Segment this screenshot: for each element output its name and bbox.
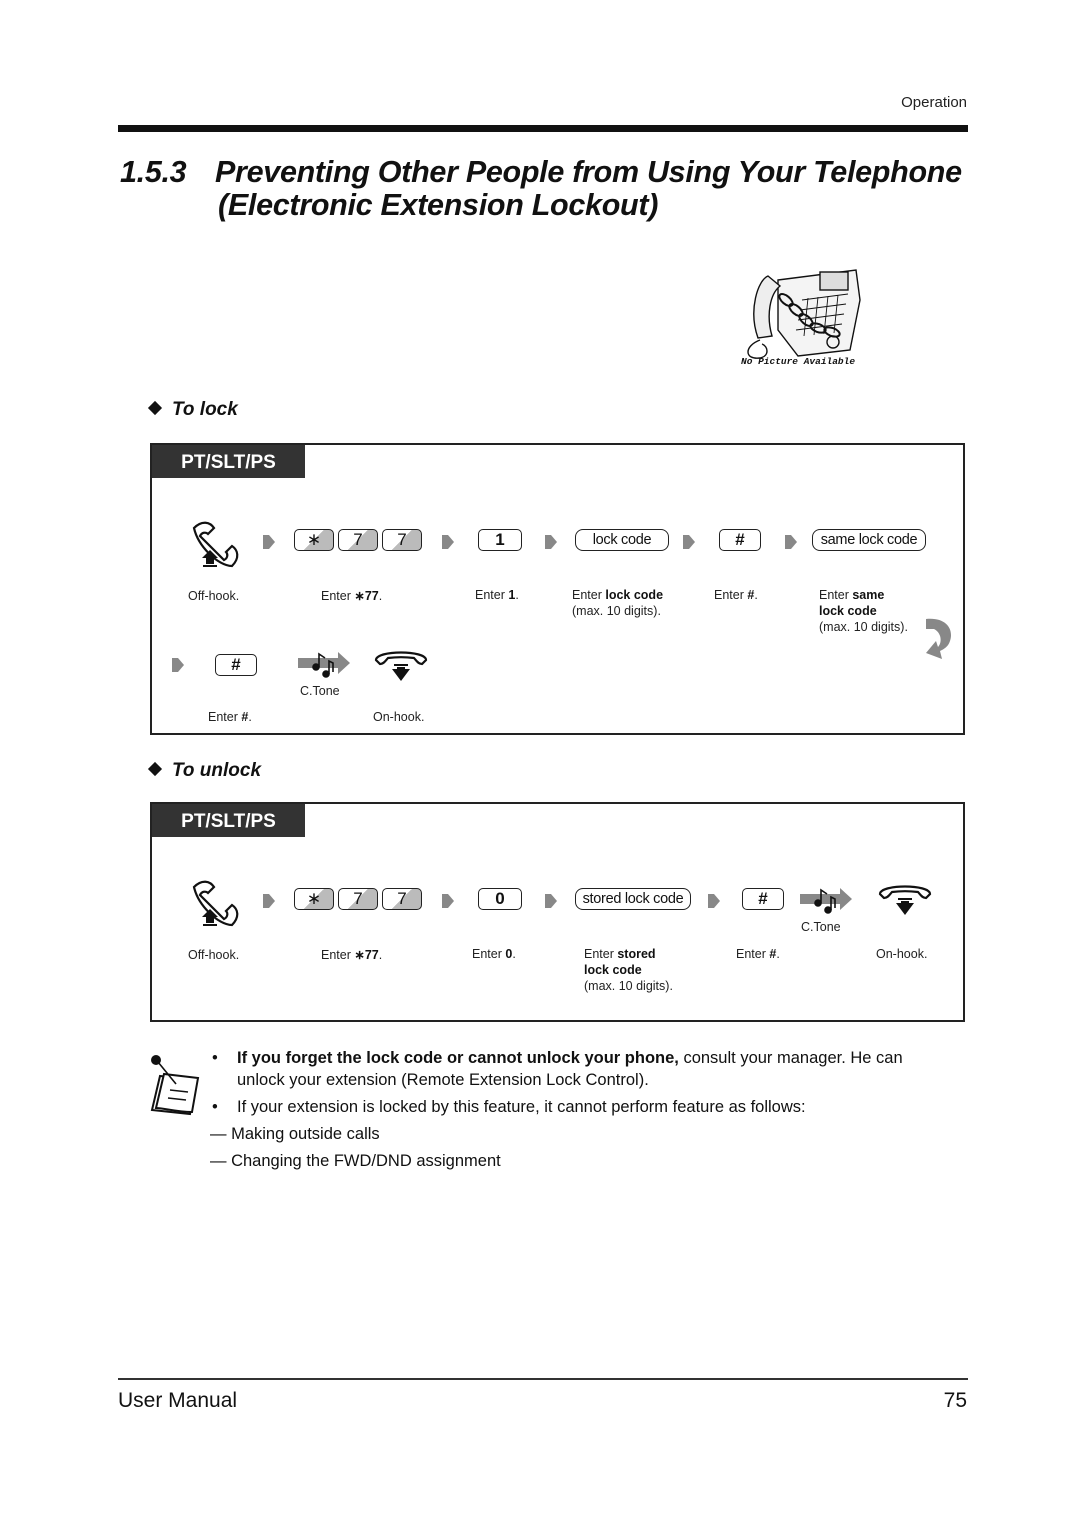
caption-enter-stored-lock-code: Enter stored lock code (max. 10 digits).	[584, 947, 673, 993]
key-hash: #	[742, 888, 784, 910]
key-7: 7	[338, 529, 378, 551]
lock-procedure-box: PT/SLT/PS ∗ 7 7 1 lock code # same lock …	[150, 443, 965, 735]
caption-enter-0: Enter 0.	[472, 947, 516, 961]
step-arrow-icon	[263, 535, 275, 549]
key-star: ∗	[294, 529, 334, 551]
step-arrow-icon	[683, 535, 695, 549]
caption-enter-hash: Enter #.	[208, 710, 252, 724]
caption-off-hook: Off-hook.	[188, 589, 240, 603]
same-lock-code-entry: same lock code	[812, 529, 926, 551]
caption-enter-star77: Enter ∗77.	[321, 948, 383, 962]
on-hook-icon	[374, 651, 428, 681]
key-hash: #	[215, 654, 257, 676]
caption-enter-hash: Enter #.	[736, 947, 780, 961]
title-line-1: Preventing Other People from Using Your …	[215, 155, 962, 189]
step-arrow-icon	[545, 894, 557, 908]
off-hook-icon	[192, 880, 239, 927]
caption-enter-lock-code: Enter lock code (max. 10 digits).	[572, 588, 664, 618]
on-hook-icon	[878, 885, 932, 915]
key-hash: #	[719, 529, 761, 551]
to-lock-heading: To lock	[146, 399, 238, 421]
section-number: 1.5.3	[120, 155, 187, 189]
key-star: ∗	[294, 888, 334, 910]
note-pad-icon	[150, 1055, 200, 1116]
off-hook-icon	[192, 521, 239, 568]
confirmation-tone-icon	[800, 888, 852, 914]
step-arrow-icon	[263, 894, 275, 908]
header-section-label: Operation	[901, 94, 967, 111]
caption-c-tone: C.Tone	[801, 920, 841, 934]
page-title: 1.5.3 Preventing Other People from Using …	[120, 156, 962, 222]
note-item: • If you forget the lock code or cannot u…	[212, 1049, 903, 1067]
title-line-2: (Electronic Extension Lockout)	[218, 188, 659, 222]
to-unlock-heading: To unlock	[146, 760, 261, 782]
footer-manual-title: User Manual	[118, 1389, 238, 1412]
figure-caption: No Picture Available	[741, 356, 856, 367]
key-0: 0	[478, 888, 522, 910]
device-tag: PT/SLT/PS	[152, 445, 305, 478]
step-arrow-icon	[172, 658, 184, 672]
key-7: 7	[338, 888, 378, 910]
note-item-continued: unlock your extension (Remote Extension …	[237, 1071, 649, 1089]
step-arrow-icon	[442, 894, 454, 908]
page-number: 75	[943, 1389, 967, 1412]
key-7: 7	[382, 888, 422, 910]
step-arrow-icon	[545, 535, 557, 549]
caption-on-hook: On-hook.	[373, 710, 425, 724]
caption-c-tone: C.Tone	[300, 684, 340, 698]
caption-enter-1: Enter 1.	[475, 588, 519, 602]
lock-code-entry: lock code	[575, 529, 669, 551]
diamond-bullet-icon	[147, 400, 163, 416]
step-arrow-icon	[785, 535, 797, 549]
diamond-bullet-icon	[147, 761, 163, 777]
caption-enter-star77: Enter ∗77.	[321, 589, 383, 603]
bottom-rule	[118, 1378, 968, 1380]
chained-phone-icon	[747, 269, 861, 359]
step-arrow-icon	[442, 535, 454, 549]
key-7: 7	[382, 529, 422, 551]
device-tag: PT/SLT/PS	[152, 804, 305, 837]
stored-lock-code-entry: stored lock code	[575, 888, 691, 910]
caption-enter-hash: Enter #.	[714, 588, 758, 602]
caption-on-hook: On-hook.	[876, 947, 928, 961]
key-1: 1	[478, 529, 522, 551]
dash-item: — Making outside calls	[210, 1125, 380, 1143]
caption-enter-same-lock-code: Enter same lock code (max. 10 digits).	[819, 588, 908, 634]
top-rule	[118, 125, 968, 132]
dash-item: — Changing the FWD/DND assignment	[210, 1152, 501, 1170]
to-unlock-label: To unlock	[172, 760, 262, 781]
note-item: • If your extension is locked by this fea…	[212, 1098, 806, 1116]
continue-arrow-icon	[926, 618, 951, 659]
unlock-procedure-box: PT/SLT/PS ∗ 7 7 0 stored lock code # C.T…	[150, 802, 965, 1022]
confirmation-tone-icon	[298, 652, 350, 678]
caption-off-hook: Off-hook.	[188, 948, 240, 962]
notes-section: • If you forget the lock code or cannot u…	[210, 1047, 972, 1172]
step-arrow-icon	[708, 894, 720, 908]
to-lock-label: To lock	[172, 399, 238, 420]
